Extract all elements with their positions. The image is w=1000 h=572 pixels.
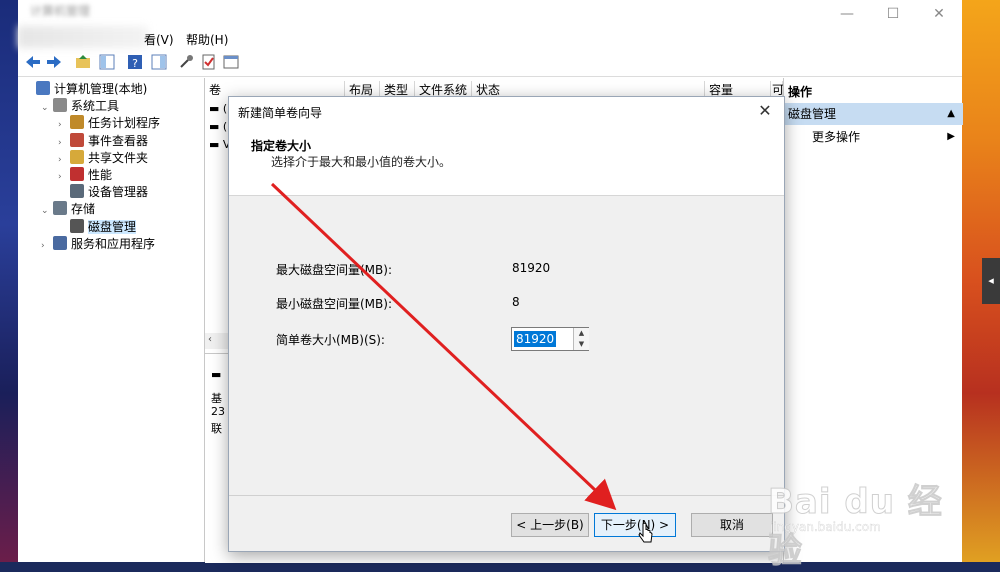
maximize-button[interactable]: ☐ <box>870 2 916 26</box>
expand-chevron-icon[interactable]: › <box>41 238 53 255</box>
services-icon <box>53 235 67 250</box>
actions-disk-management-label: 磁盘管理 <box>788 107 837 121</box>
tools-icon <box>53 98 67 113</box>
next-button[interactable]: 下一步(N) > <box>594 513 676 537</box>
device-manager-icon <box>70 184 84 199</box>
disk-icon <box>70 218 84 233</box>
tree-item-label: 磁盘管理 <box>88 219 137 234</box>
menu-help[interactable]: 帮助(H) <box>186 31 228 48</box>
clock-icon <box>70 115 84 130</box>
volume-size-label: 简单卷大小(MB)(S): <box>276 333 385 347</box>
forward-arrow-icon[interactable] <box>45 53 63 71</box>
max-space-value: 81920 <box>512 261 551 275</box>
help-icon[interactable]: ? <box>126 53 144 71</box>
dialog-separator <box>229 495 784 496</box>
performance-icon <box>70 167 84 181</box>
menu-view[interactable]: 看(V) <box>144 31 174 48</box>
mouse-pointer-icon <box>638 522 653 543</box>
volume-size-input[interactable]: 81920 <box>514 331 557 347</box>
tree-item[interactable]: › 事件查看器 <box>58 132 149 150</box>
menu-bar: 看(V) 帮助(H) <box>18 28 962 50</box>
dialog-close-icon[interactable]: ✕ <box>752 99 778 123</box>
disk-size-stub: 23 <box>211 405 225 418</box>
tree-item-label: 事件查看器 <box>88 133 149 148</box>
more-actions-item[interactable]: 更多操作 ▶ <box>784 127 963 147</box>
tree-item-label: 服务和应用程序 <box>71 236 156 251</box>
computer-icon <box>36 81 50 95</box>
tree-item-label: 性能 <box>88 168 113 182</box>
event-viewer-icon <box>70 132 84 147</box>
up-folder-icon[interactable] <box>74 53 92 71</box>
tree-item[interactable]: 设备管理器 <box>58 184 148 201</box>
tree-item[interactable]: › 任务计划程序 <box>58 115 160 132</box>
dialog-title: 新建简单卷向导 <box>238 106 323 120</box>
watermark-url: jingyan.baidu.com <box>770 520 881 534</box>
desktop-background-left <box>0 0 18 562</box>
side-panel-toggle[interactable]: ◂ <box>982 258 1000 304</box>
tree-item-label: 系统工具 <box>71 99 120 114</box>
disk-label-stub: 基 <box>211 392 222 405</box>
dialog-titlebar: 新建简单卷向导 ✕ <box>229 97 784 125</box>
tree-item-label: 计算机管理(本地) <box>54 82 148 96</box>
svg-text:?: ? <box>132 57 138 70</box>
tree-item[interactable]: 计算机管理(本地) <box>24 81 147 98</box>
wizard-subtitle: 选择介于最大和最小值的卷大小。 <box>271 155 452 169</box>
spin-up-icon[interactable]: ▲ <box>573 328 589 339</box>
tree-item[interactable]: ⌄ 存储 <box>41 201 95 218</box>
collapse-chevron-icon[interactable]: ⌄ <box>41 100 53 117</box>
spin-down-icon[interactable]: ▼ <box>573 339 589 350</box>
wizard-header: 指定卷大小 选择介于最大和最小值的卷大小。 <box>229 125 784 196</box>
wizard-heading: 指定卷大小 <box>251 139 312 153</box>
shared-folder-icon <box>70 149 84 164</box>
volume-row[interactable]: ▬ ( <box>209 102 227 115</box>
max-space-label: 最大磁盘空间量(MB): <box>276 263 392 277</box>
submenu-arrow-icon: ▶ <box>947 131 955 142</box>
min-space-label: 最小磁盘空间量(MB): <box>276 297 392 311</box>
actions-header: 操作 <box>788 85 813 99</box>
toolbar: ? <box>18 50 962 77</box>
disk-icon: ▬ <box>211 368 222 381</box>
baidu-watermark: Bai du 经验 jingyan.baidu.com <box>768 454 958 572</box>
tree-item-label: 共享文件夹 <box>88 150 149 165</box>
actions-disk-management[interactable]: 磁盘管理 ▲ <box>784 103 963 125</box>
back-button[interactable]: < 上一步(B) <box>511 513 589 537</box>
collapse-up-icon[interactable]: ▲ <box>947 103 955 125</box>
tree-item[interactable]: 磁盘管理 <box>58 218 137 236</box>
window-title: 计算机管理 <box>30 4 91 18</box>
disk-status-stub: 联 <box>211 422 222 435</box>
navigation-tree: 计算机管理(本地) ⌄ 系统工具 › 任务计划程序 › 事件查看器 › 共享文件夹 › 性能 设备管理… <box>18 78 205 562</box>
collapse-chevron-icon[interactable]: ⌄ <box>41 203 53 220</box>
tree-item[interactable]: ⌄ 系统工具 <box>41 98 119 115</box>
tree-item[interactable]: › 共享文件夹 <box>58 149 149 167</box>
console-window-icon[interactable] <box>222 53 240 71</box>
tree-item-label: 任务计划程序 <box>88 116 161 131</box>
tree-item-label: 设备管理器 <box>88 185 149 200</box>
min-space-value: 8 <box>512 295 520 309</box>
new-simple-volume-wizard: 新建简单卷向导 ✕ 指定卷大小 选择介于最大和最小值的卷大小。 最大磁盘空间量(… <box>228 96 785 552</box>
connect-icon[interactable] <box>178 53 196 71</box>
tree-item-label: 存储 <box>71 202 96 217</box>
minimize-button[interactable]: — <box>824 2 870 26</box>
scroll-left-arrow-icon[interactable]: ‹ <box>208 334 212 345</box>
volume-size-stepper[interactable]: 81920 ▲ ▼ <box>511 327 589 351</box>
show-hide-tree-icon[interactable] <box>98 53 116 71</box>
properties-panel-icon[interactable] <box>150 53 168 71</box>
storage-icon <box>53 201 67 216</box>
volume-row[interactable]: ▬ ( <box>209 120 227 133</box>
window-titlebar: 计算机管理 — ☐ ✕ <box>18 0 962 28</box>
tree-item[interactable]: › 服务和应用程序 <box>41 235 156 255</box>
more-actions-label: 更多操作 <box>812 130 861 144</box>
check-document-icon[interactable] <box>200 53 218 71</box>
tree-item[interactable]: › 性能 <box>58 167 112 184</box>
close-window-button[interactable]: ✕ <box>916 2 962 26</box>
back-arrow-icon[interactable] <box>24 53 42 71</box>
cancel-button[interactable]: 取消 <box>691 513 773 537</box>
